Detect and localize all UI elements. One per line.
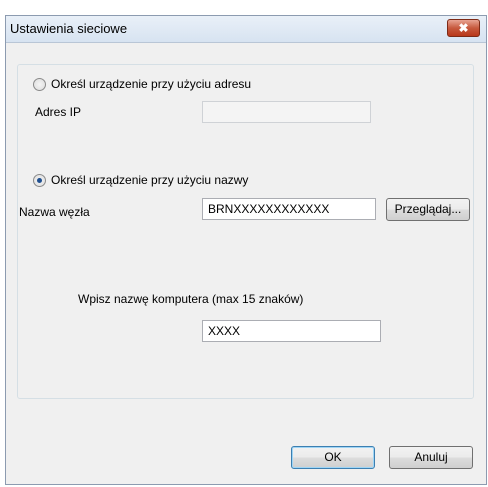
ip-address-field[interactable] bbox=[202, 101, 371, 123]
address-radio[interactable] bbox=[33, 78, 46, 91]
close-button[interactable]: ✖ bbox=[447, 19, 480, 37]
ip-address-label: Adres IP bbox=[35, 105, 82, 119]
computer-name-label: Wpisz nazwę komputera (max 15 znaków) bbox=[78, 292, 304, 306]
name-radio-label[interactable]: Określ urządzenie przy użyciu nazwy bbox=[51, 173, 248, 187]
cancel-button[interactable]: Anuluj bbox=[389, 446, 473, 469]
name-radio[interactable] bbox=[33, 174, 46, 187]
close-icon: ✖ bbox=[458, 21, 469, 35]
address-radio-label[interactable]: Określ urządzenie przy użyciu adresu bbox=[51, 77, 251, 91]
computer-name-field[interactable]: XXXX bbox=[202, 320, 381, 342]
title-bar[interactable]: Ustawienia sieciowe ✖ bbox=[6, 16, 486, 43]
browse-button[interactable]: Przeglądaj... bbox=[386, 198, 470, 221]
window-title: Ustawienia sieciowe bbox=[10, 21, 128, 36]
node-name-label: Nazwa węzła bbox=[19, 205, 90, 219]
ok-button[interactable]: OK bbox=[291, 446, 375, 469]
node-name-field[interactable]: BRNXXXXXXXXXXXX bbox=[202, 198, 376, 220]
network-settings-dialog: Ustawienia sieciowe ✖ Określ urządzenie … bbox=[5, 15, 487, 485]
